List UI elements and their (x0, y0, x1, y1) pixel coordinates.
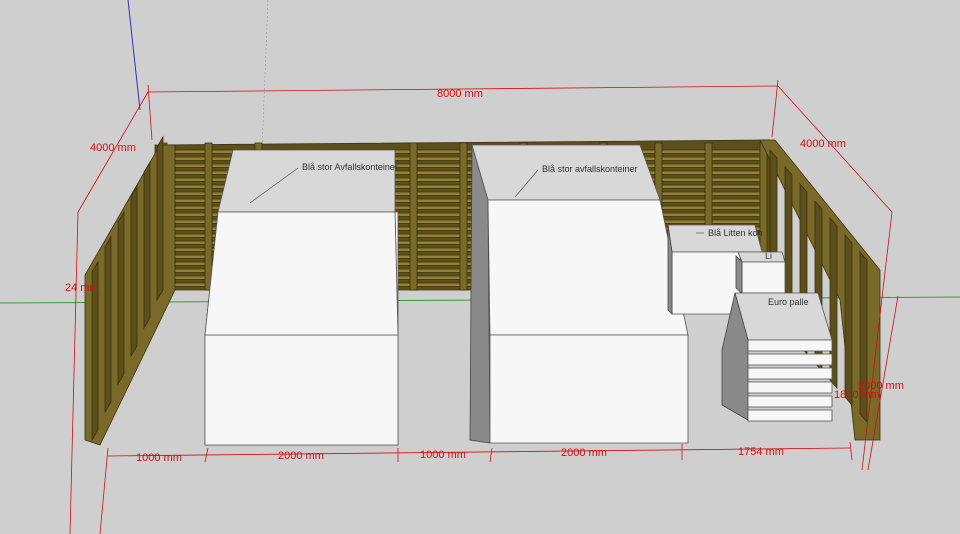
small-box[interactable]: Li (735, 251, 786, 294)
dim-left-depth: 4000 mm (90, 142, 136, 154)
back-post (459, 142, 468, 291)
3d-scene[interactable]: Blå stor Avfallskonteiner Blå stor avfal… (0, 0, 960, 534)
small-box-label: Li (765, 251, 772, 261)
pallet-stack[interactable]: Euro palle (721, 292, 833, 422)
left-post (130, 185, 138, 358)
left-post (117, 210, 125, 386)
dim-gap-left: 1000 mm (136, 452, 182, 464)
dim-total-length: 8000 mm (437, 88, 483, 100)
pallet-layer (747, 367, 833, 380)
dim-left-height: 24 mm (65, 282, 99, 294)
blue-axis (127, 0, 141, 111)
dim-right-depth: 4000 mm (800, 138, 846, 150)
dim-gap-middle: 1000 mm (420, 449, 466, 461)
back-post (409, 142, 418, 291)
pallet-layer (747, 353, 833, 366)
guide-line (261, 0, 269, 151)
container-2[interactable]: Blå stor avfallskonteiner (469, 144, 689, 444)
dim-container1-width: 2000 mm (278, 450, 324, 462)
container-2-label: Blå stor avfallskonteiner (542, 164, 638, 174)
container-1-label: Blå stor Avfallskonteiner (302, 162, 398, 172)
dim-gap-right: 1754 mm (738, 446, 784, 458)
small-container-label: Blå Litten kon (708, 228, 763, 238)
dim-right-height-b: 1800 mm (834, 389, 880, 401)
right-post (844, 233, 853, 407)
pallet-layer (747, 381, 833, 394)
left-post (156, 135, 164, 302)
container-1[interactable]: Blå stor Avfallskonteiner (204, 149, 399, 446)
modeling-viewport[interactable]: Blå stor Avfallskonteiner Blå stor avfal… (0, 0, 960, 534)
left-post (104, 235, 112, 414)
pallet-layer (747, 395, 833, 408)
pallet-label: Euro palle (768, 297, 809, 307)
dim-container2-width: 2000 mm (561, 447, 607, 459)
pallet-layer (747, 409, 833, 422)
pallet-layer (747, 339, 833, 352)
left-post (143, 160, 151, 330)
back-post (204, 142, 213, 291)
